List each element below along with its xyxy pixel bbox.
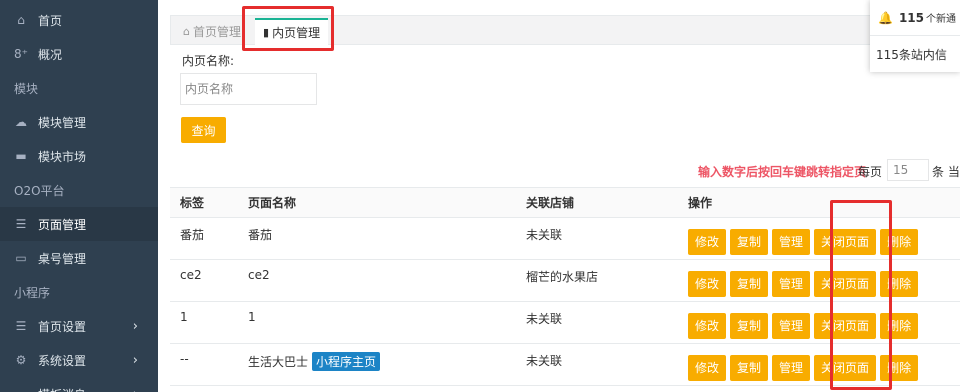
sidebar-item-label: 系统设置: [38, 353, 87, 368]
notification-title: 个新通: [926, 14, 957, 25]
sidebar-item[interactable]: ☁ 模板消息 ›: [0, 377, 158, 392]
query-button[interactable]: 查询: [181, 117, 226, 143]
page-name-label: 内页名称:: [182, 54, 235, 68]
sidebar-item-label: 首页设置: [38, 319, 87, 334]
col-header-tag: 标签: [170, 187, 238, 218]
sidebar-item[interactable]: 8⁺ 概况: [0, 37, 158, 71]
cell-shop: 未关联: [516, 343, 678, 386]
cell-shop: 榴芒的水果店: [516, 259, 678, 302]
sidebar-item[interactable]: ☰ 页面管理: [0, 207, 158, 241]
sidebar-section-header: 小程序: [14, 285, 51, 300]
manage-button[interactable]: 管理: [772, 229, 811, 255]
chevron-right-icon: ›: [132, 352, 138, 368]
laptop-icon: ▭: [15, 251, 27, 265]
sidebar-item[interactable]: ☰ 首页设置 ›: [0, 309, 158, 343]
sidebar-item-label: 模块市场: [38, 149, 87, 164]
notification-message-text: 115条站内信: [876, 47, 947, 62]
copy-button[interactable]: 复制: [730, 229, 769, 255]
sidebar-item-label: 概况: [38, 47, 63, 62]
cell-page-name: 番茄: [238, 217, 516, 260]
edit-button[interactable]: 修改: [688, 355, 727, 381]
notification-header[interactable]: 🔔 115 个新通: [870, 0, 960, 36]
cloud-icon: ☁: [15, 115, 27, 129]
col-header-shop: 关联店铺: [516, 187, 678, 218]
page-jump-hint: 输入数字后按回车键跳转指定页: [698, 165, 867, 179]
highlight-box-close-column: [830, 200, 892, 390]
per-page-input[interactable]: [887, 159, 929, 181]
bell-icon: 🔔: [878, 10, 893, 25]
notification-dropdown: 🔔 115 个新通 115条站内信: [870, 0, 960, 72]
main-content: ⌂ 首页管理 ▮ 内页管理 内页名称: 查询 输入数字后按回车键跳转指定页 每页…: [158, 0, 960, 392]
google-plus-icon: 8⁺: [14, 47, 28, 61]
list-icon: ☰: [15, 319, 27, 333]
cell-actions: 修改 复制 管理 关闭页面 删除: [678, 343, 960, 386]
sidebar-item-label: 桌号管理: [38, 251, 87, 266]
tab-home[interactable]: ⌂ 首页管理: [175, 19, 249, 43]
chevron-right-icon: ›: [132, 318, 138, 334]
keyboard-icon: ▬: [15, 149, 27, 163]
copy-button[interactable]: 复制: [730, 313, 769, 339]
copy-button[interactable]: 复制: [730, 355, 769, 381]
cell-page-name: 1: [238, 301, 516, 344]
chevron-right-icon: ›: [133, 387, 138, 392]
cell-actions: 修改 复制 管理 关闭页面 删除: [678, 217, 960, 260]
per-page-tail: 条 当: [932, 165, 960, 179]
sidebar-item[interactable]: ▬ 模块市场: [0, 139, 158, 173]
sidebar: ⌂ 首页 8⁺ 概况模块 ☁ 模块管理 ▬ 模块市场 O2O平台 ☰ 页面管理 ▭ 桌号管理小程序 ☰ 首页…: [0, 0, 158, 392]
manage-button[interactable]: 管理: [772, 271, 811, 297]
per-page-label: 每页: [858, 165, 883, 179]
cloud-icon: ☁: [14, 387, 28, 392]
col-header-page-name: 页面名称: [238, 187, 516, 218]
sidebar-section-header: O2O平台: [14, 183, 65, 198]
cell-shop: 未关联: [516, 217, 678, 260]
sidebar-item[interactable]: ☁ 模块管理: [0, 105, 158, 139]
sidebar-item-label: 模板消息: [38, 386, 86, 392]
manage-button[interactable]: 管理: [772, 313, 811, 339]
cell-tag: --: [170, 343, 238, 386]
home-icon: ⌂: [17, 13, 25, 27]
sidebar-section-header: 模块: [14, 81, 39, 96]
miniprogram-home-badge: 小程序主页: [312, 352, 381, 371]
notification-count: 115: [898, 10, 925, 25]
sidebar-item[interactable]: ⌂ 首页: [0, 3, 158, 37]
cell-shop: 未关联: [516, 301, 678, 344]
page-name-input[interactable]: [180, 73, 317, 105]
list-icon: ☰: [15, 217, 27, 231]
sidebar-item-label: 首页: [38, 13, 63, 28]
edit-button[interactable]: 修改: [688, 271, 727, 297]
cell-tag: ce2: [170, 259, 238, 302]
copy-button[interactable]: 复制: [730, 271, 769, 297]
cell-page-name: 生活大巴士 小程序主页: [238, 343, 516, 386]
page-name-text: 生活大巴士: [248, 355, 309, 369]
cell-actions: 修改 复制 管理 关闭页面 删除: [678, 301, 960, 344]
cell-page-name: ce2: [238, 259, 516, 302]
sidebar-item[interactable]: ⚙ 系统设置 ›: [0, 343, 158, 377]
page-name-text: ce2: [248, 268, 270, 282]
cell-tag: 1: [170, 301, 238, 344]
tab-home-label: 首页管理: [192, 24, 241, 39]
cell-actions: 修改 复制 管理 关闭页面 删除: [678, 259, 960, 302]
edit-button[interactable]: 修改: [688, 229, 727, 255]
cogs-icon: ⚙: [15, 353, 27, 367]
col-header-actions: 操作: [678, 187, 960, 218]
edit-button[interactable]: 修改: [688, 313, 727, 339]
manage-button[interactable]: 管理: [772, 355, 811, 381]
notification-message[interactable]: 115条站内信: [870, 36, 960, 72]
sidebar-item-label: 页面管理: [38, 217, 87, 232]
page-name-text: 番茄: [248, 228, 273, 242]
sidebar-item[interactable]: ▭ 桌号管理: [0, 241, 158, 275]
home-icon: ⌂: [183, 24, 190, 38]
cell-tag: 番茄: [170, 217, 238, 260]
page-name-text: 1: [248, 310, 256, 324]
sidebar-item-label: 模块管理: [38, 115, 87, 130]
highlight-box-tab: [242, 6, 334, 51]
